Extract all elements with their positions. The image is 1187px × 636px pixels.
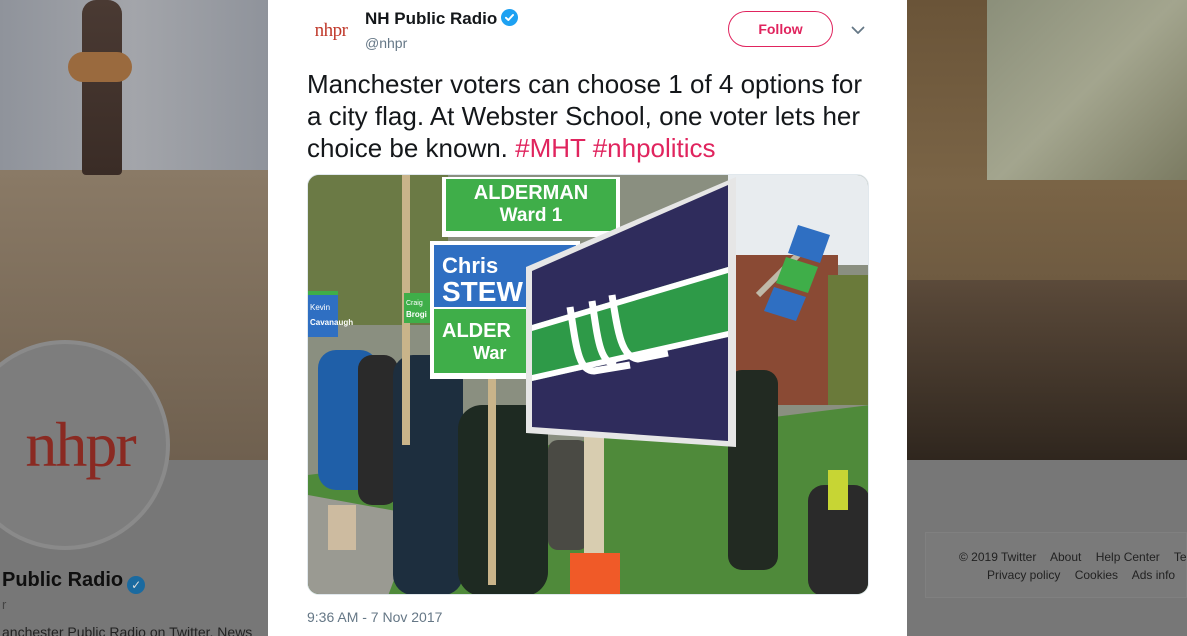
photo-person-dark [358, 355, 398, 505]
sign4-line2: Brogi [406, 310, 427, 319]
footer-copyright: © 2019 Twitter [959, 550, 1037, 564]
footer-links-card: © 2019 Twitter About Help Center Term Pr… [925, 532, 1187, 598]
banner-wall [0, 0, 268, 170]
footer-row-2: Privacy policy Cookies Ads info [987, 568, 1186, 582]
author-avatar-logo: nhpr [314, 20, 348, 41]
author-name-text: NH Public Radio [365, 9, 498, 28]
photo-sign-cavanaugh [308, 293, 338, 337]
background-profile-name[interactable]: Public Radio ✓ [2, 569, 146, 594]
sign1-line1: ALDERMAN [474, 182, 588, 204]
footer-link-terms[interactable]: Term [1174, 550, 1187, 564]
tweet-modal: nhpr NH Public Radio @nhpr Follow Manche… [268, 0, 907, 636]
photo-yellow-strap [828, 470, 848, 510]
footer-link-privacy[interactable]: Privacy policy [987, 568, 1060, 582]
background-banner-right [907, 0, 1187, 460]
author-avatar[interactable]: nhpr [307, 7, 355, 55]
banner-window [987, 0, 1187, 180]
footer-row-1: © 2019 Twitter About Help Center Term [959, 550, 1187, 564]
background-profile-bio: anchester Public Radio on Twitter. News [2, 624, 253, 636]
banner-performer [82, 0, 122, 175]
footer-link-cookies[interactable]: Cookies [1075, 568, 1118, 582]
tweet-header: nhpr NH Public Radio @nhpr Follow [268, 0, 907, 64]
sign2-line3: ALDER [442, 320, 511, 342]
sign2-line1: Chris [442, 253, 498, 278]
tweet-timestamp[interactable]: 9:36 AM - 7 Nov 2017 [307, 609, 442, 625]
sign1-line2: Ward 1 [500, 205, 563, 226]
background-profile-name-text: Public Radio [2, 569, 124, 591]
footer-link-ads-info[interactable]: Ads info [1132, 568, 1175, 582]
author-name[interactable]: NH Public Radio [365, 9, 519, 29]
sign4-line1: Craig [406, 300, 423, 307]
sign3-line2: Cavanaugh [310, 318, 353, 327]
more-options-button[interactable] [848, 20, 868, 40]
sign2-line4: War [473, 343, 506, 363]
photo-iced-coffee [328, 505, 356, 550]
photo-orange-item [570, 553, 620, 594]
banner-table [907, 280, 1187, 460]
verified-icon: ✓ [127, 576, 146, 594]
photo-trees-right [828, 275, 868, 405]
background-avatar-logo: nhpr [25, 409, 136, 480]
footer-link-help-center[interactable]: Help Center [1096, 550, 1160, 564]
footer-link-about[interactable]: About [1050, 550, 1081, 564]
verified-icon [501, 9, 519, 26]
tweet-photo-illustration: ALDERMAN Ward 1 Chris STEW ALDER War Kev… [308, 175, 868, 594]
follow-button[interactable]: Follow [728, 11, 833, 47]
sign2-line2: STEW [442, 276, 523, 307]
chevron-down-icon [851, 26, 865, 34]
tweet-text-body: Manchester voters can choose 1 of 4 opti… [307, 69, 862, 163]
tweet-text: Manchester voters can choose 1 of 4 opti… [307, 68, 877, 164]
banner-guitar [68, 52, 132, 82]
hashtag-mht[interactable]: #MHT [515, 133, 585, 163]
sign3-line1: Kevin [310, 303, 330, 312]
tweet-photo[interactable]: ALDERMAN Ward 1 Chris STEW ALDER War Kev… [307, 174, 869, 595]
background-profile-handle: r [2, 597, 7, 612]
photo-sign-stick [488, 375, 496, 585]
hashtag-nhpolitics[interactable]: #nhpolitics [593, 133, 716, 163]
author-handle[interactable]: @nhpr [365, 35, 407, 51]
photo-person-back [548, 440, 588, 550]
